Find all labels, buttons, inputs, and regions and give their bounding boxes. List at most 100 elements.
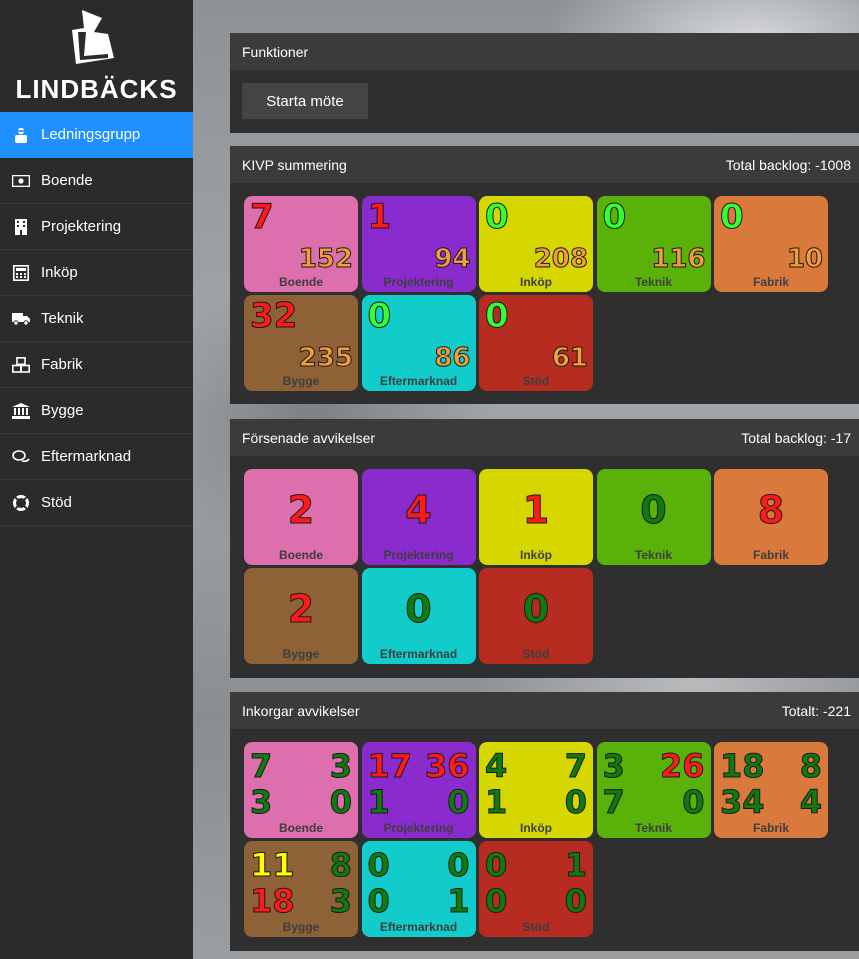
kivp-tile-bygge[interactable]: 32 235 Bygge <box>244 295 358 391</box>
forsenade-tile-teknik[interactable]: 0 Teknik <box>596 469 711 565</box>
delayed-count: 1 <box>522 488 550 532</box>
kivp-total: 116 <box>651 244 706 274</box>
inbox-count-bottom-right: 0 <box>682 783 705 821</box>
landmark-icon <box>12 402 30 420</box>
tile-label: Inköp <box>520 275 552 289</box>
tile-label: Boende <box>278 821 323 835</box>
user-secret-icon <box>12 126 30 144</box>
kivp-total: 86 <box>434 343 471 373</box>
tile-label: Projektering <box>383 548 454 562</box>
inbox-total: Totalt: -221 <box>781 702 851 719</box>
inbox-count-bottom-left: 1 <box>484 783 508 821</box>
forsenade-tile-projektering[interactable]: 4 Projektering <box>361 469 476 565</box>
tile-label: Stöd <box>522 920 550 934</box>
inbox-count-top-left: 4 <box>484 747 508 785</box>
kivp-panel: KIVP summering Total backlog: -1008 7 152… <box>230 146 859 404</box>
tile-label: Teknik <box>634 548 673 562</box>
tile-label: Boende <box>278 548 323 562</box>
panel-title: Försenade avvikelser <box>242 429 376 446</box>
inbox-count-bottom-left: 34 <box>720 783 766 821</box>
kivp-tile-teknik[interactable]: 0 116 Teknik <box>596 196 711 292</box>
delayed-count: 0 <box>405 587 432 631</box>
panel-title: KIVP summering <box>242 156 347 173</box>
sidebar-item-eftermarknad[interactable]: Eftermarknad <box>0 434 193 480</box>
tile-label: Boende <box>278 275 323 289</box>
inkorgar-tile-eftermarknad[interactable]: 0 0 0 1 Eftermarknad <box>361 841 476 937</box>
inkorgar-tile-stod[interactable]: 0 1 0 0 Stöd <box>479 841 593 937</box>
sidebar-item-label: Eftermarknad <box>41 448 132 465</box>
kivp-total: 61 <box>551 343 588 373</box>
inbox-count-top-right: 0 <box>447 846 470 884</box>
sidebar-item-label: Inköp <box>41 264 78 281</box>
kivp-count: 7 <box>250 197 275 237</box>
sidebar-item-inkop[interactable]: Inköp <box>0 250 193 296</box>
building-icon <box>12 218 30 236</box>
sidebar-item-bygge[interactable]: Bygge <box>0 388 193 434</box>
kivp-total: 235 <box>298 343 353 373</box>
sidebar-item-label: Ledningsgrupp <box>41 126 141 143</box>
sidebar-item-boende[interactable]: Boende <box>0 158 193 204</box>
kivp-count: 0 <box>720 197 745 237</box>
tile-label: Bygge <box>282 374 320 388</box>
forsenade-tile-eftermarknad[interactable]: 0 Eftermarknad <box>361 568 476 664</box>
inkorgar-tile-inkop[interactable]: 4 7 1 0 Inköp <box>479 742 593 838</box>
tile-label: Stöd <box>522 374 550 388</box>
inkorgar-tile-boende[interactable]: 7 3 3 0 Boende <box>244 742 358 838</box>
forsenade-tile-inkop[interactable]: 1 Inköp <box>479 469 593 565</box>
tile-label: Inköp <box>520 548 552 562</box>
inbox-count-top-left: 7 <box>249 747 273 785</box>
sidebar-item-fabrik[interactable]: Fabrik <box>0 342 193 388</box>
inkorgar-tile-teknik[interactable]: 3 26 7 0 Teknik <box>596 742 711 838</box>
inkorgar-panel: Inkorgar avvikelser Totalt: -221 7 3 3 0 Boe… <box>230 692 859 951</box>
sidebar-item-projektering[interactable]: Projektering <box>0 204 193 250</box>
kivp-tile-inkop[interactable]: 0 208 Inköp <box>479 196 593 292</box>
inbox-count-bottom-left: 1 <box>367 783 390 821</box>
delayed-count: 4 <box>405 488 432 532</box>
kivp-count: 32 <box>249 296 298 336</box>
delayed-count: 0 <box>640 488 667 532</box>
cubes-icon <box>12 356 30 374</box>
inbox-count-bottom-right: 0 <box>564 783 587 821</box>
inbox-count-bottom-right: 0 <box>329 783 352 821</box>
kivp-tile-stod[interactable]: 0 61 Stöd <box>479 295 593 391</box>
panel-header: Funktioner <box>230 33 859 70</box>
kivp-total: 208 <box>533 244 588 274</box>
kivp-count: 0 <box>485 296 510 336</box>
sidebar: LINDBÄCKS Ledningsgrupp Boende Projekter… <box>0 0 193 959</box>
tile-label: Teknik <box>634 821 673 835</box>
inbox-count-bottom-right: 4 <box>799 783 822 821</box>
funktioner-panel: Funktioner Starta möte <box>230 33 859 133</box>
inbox-count-top-right: 36 <box>424 747 470 785</box>
inkorgar-tile-fabrik[interactable]: 18 8 34 4 Fabrik <box>714 742 828 838</box>
inbox-count-bottom-right: 1 <box>447 882 470 920</box>
panel-title: Funktioner <box>242 43 309 60</box>
inkorgar-tile-projektering[interactable]: 17 36 1 0 Projektering <box>361 742 476 838</box>
tile-label: Eftermarknad <box>379 647 458 661</box>
inkorgar-tile-bygge[interactable]: 11 8 18 3 Bygge <box>244 841 358 937</box>
delayed-count: 2 <box>287 488 315 532</box>
forsenade-tile-stod[interactable]: 0 Stöd <box>479 568 593 664</box>
forsenade-tile-bygge[interactable]: 2 Bygge <box>244 568 358 664</box>
inbox-count-top-right: 8 <box>799 747 822 785</box>
inbox-count-bottom-right: 0 <box>447 783 470 821</box>
sidebar-item-label: Stöd <box>41 494 72 511</box>
inbox-count-bottom-left: 3 <box>249 783 273 821</box>
inbox-count-bottom-left: 18 <box>250 882 296 920</box>
kivp-tile-projektering[interactable]: 1 94 Projektering <box>361 196 476 292</box>
panel-header: KIVP summering Total backlog: -1008 <box>230 146 859 183</box>
kivp-tile-eftermarknad[interactable]: 0 86 Eftermarknad <box>361 295 476 391</box>
tile-label: Projektering <box>383 275 454 289</box>
logo[interactable]: LINDBÄCKS <box>0 0 193 112</box>
start-meeting-button[interactable]: Starta möte <box>242 83 368 119</box>
kivp-tile-boende[interactable]: 7 152 Boende <box>244 196 358 292</box>
inbox-count-top-right: 1 <box>564 846 587 884</box>
sidebar-item-teknik[interactable]: Teknik <box>0 296 193 342</box>
forsenade-tile-fabrik[interactable]: 8 Fabrik <box>714 469 828 565</box>
forsenade-tile-boende[interactable]: 2 Boende <box>244 469 358 565</box>
inbox-count-top-left: 0 <box>484 846 508 884</box>
kivp-tile-fabrik[interactable]: 0 10 Fabrik <box>714 196 828 292</box>
sidebar-item-ledningsgrupp[interactable]: Ledningsgrupp <box>0 112 193 158</box>
sidebar-item-stod[interactable]: Stöd <box>0 480 193 526</box>
sidebar-item-label: Bygge <box>41 402 84 419</box>
backlog-total: Total backlog: -1008 <box>725 156 851 173</box>
